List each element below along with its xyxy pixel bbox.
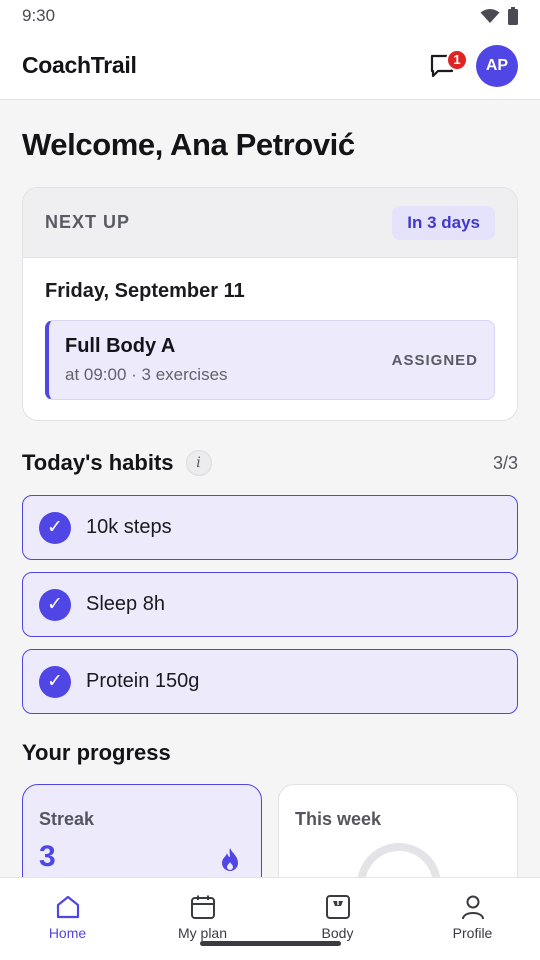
flame-icon	[222, 848, 238, 871]
avatar[interactable]: AP	[476, 44, 518, 87]
nav-label: My plan	[177, 925, 228, 941]
next-up-card[interactable]: NEXT UP In 3 days Friday, September 11 F…	[22, 187, 518, 421]
info-icon[interactable]: i	[185, 450, 212, 476]
session-status: ASSIGNED	[391, 351, 478, 369]
status-icons	[480, 7, 518, 25]
person-icon	[461, 895, 484, 920]
nav-label: Body	[321, 925, 354, 941]
nav-label: Home	[48, 925, 87, 941]
messages-button[interactable]: 1	[422, 46, 468, 86]
bottom-nav: Home My plan Body Profile	[0, 877, 540, 960]
streak-label: Streak	[39, 809, 95, 829]
status-bar: 9:30	[0, 0, 540, 32]
gesture-handle[interactable]	[200, 941, 341, 946]
session-date: Friday, September 11	[45, 280, 245, 302]
nav-body[interactable]: Body	[270, 878, 405, 960]
scale-icon	[325, 895, 350, 919]
battery-icon	[508, 7, 518, 25]
home-icon	[56, 895, 79, 919]
check-icon[interactable]: ✓	[39, 511, 71, 544]
week-label: This week	[295, 809, 382, 829]
nav-profile[interactable]: Profile	[405, 878, 540, 960]
next-up-header: NEXT UP In 3 days	[23, 188, 517, 258]
nav-label: Profile	[452, 925, 493, 941]
main-content[interactable]: Welcome, Ana Petrović NEXT UP In 3 days …	[0, 101, 540, 877]
habits-title: Today's habits	[22, 450, 174, 475]
habit-item[interactable]: ✓ Protein 150g	[22, 649, 518, 714]
welcome-heading: Welcome, Ana Petrović	[22, 127, 355, 162]
app-bar: CoachTrail 1 AP	[0, 32, 540, 100]
session-meta: at 09:00 · 3 exercises	[65, 365, 228, 384]
streak-value: 3	[39, 840, 56, 873]
streak-card[interactable]: Streak 3	[22, 784, 262, 877]
habits-list: ✓ 10k steps ✓ Sleep 8h ✓ Protein 150g	[22, 495, 518, 714]
nav-home[interactable]: Home	[0, 878, 135, 960]
messages-badge: 1	[446, 48, 468, 71]
relative-time-pill: In 3 days	[392, 205, 495, 240]
week-progress-ring: 2	[357, 843, 441, 877]
week-card[interactable]: This week 2	[278, 784, 518, 877]
habit-item[interactable]: ✓ 10k steps	[22, 495, 518, 560]
progress-title: Your progress	[22, 740, 171, 765]
habit-item[interactable]: ✓ Sleep 8h	[22, 572, 518, 637]
progress-grid: Streak 3 This week 2	[22, 784, 518, 877]
habit-label: Sleep 8h	[86, 593, 165, 615]
app-title: CoachTrail	[22, 52, 137, 78]
habits-header: Today's habits i 3/3	[22, 449, 518, 477]
session-info: Full Body A at 09:00 · 3 exercises	[65, 335, 228, 385]
check-icon[interactable]: ✓	[39, 665, 71, 698]
wifi-icon	[480, 9, 500, 23]
next-up-body: Friday, September 11 Full Body A at 09:0…	[23, 258, 517, 420]
habit-label: 10k steps	[86, 516, 172, 538]
next-up-label: NEXT UP	[45, 212, 131, 232]
session-item[interactable]: Full Body A at 09:00 · 3 exercises ASSIG…	[45, 320, 495, 400]
status-time: 9:30	[22, 6, 56, 25]
habits-title-group: Today's habits i	[22, 450, 212, 476]
session-name: Full Body A	[65, 335, 176, 357]
nav-my-plan[interactable]: My plan	[135, 878, 270, 960]
check-icon[interactable]: ✓	[39, 588, 71, 621]
calendar-icon	[190, 895, 215, 919]
habits-count: 3/3	[492, 452, 518, 473]
habit-label: Protein 150g	[86, 670, 200, 692]
